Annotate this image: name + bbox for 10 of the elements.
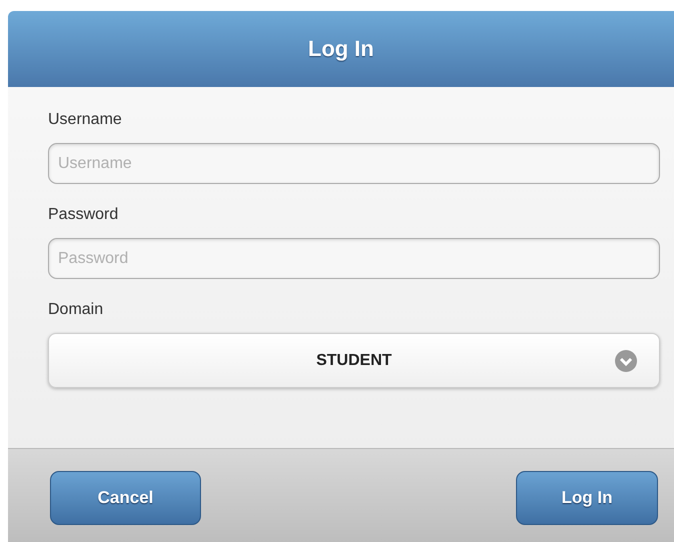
cancel-button[interactable]: Cancel [50, 470, 201, 524]
field-label: Password [48, 206, 120, 224]
input-field[interactable]: Username [48, 143, 660, 184]
dialog-title: Log In [308, 36, 374, 62]
input-field[interactable]: Password [48, 238, 660, 279]
field-label: Username [48, 111, 123, 129]
chevron-down-icon [615, 350, 637, 372]
login-button[interactable]: Log In [516, 470, 658, 524]
domain-select[interactable]: STUDENT [48, 333, 660, 388]
field-label: Domain [48, 301, 104, 319]
